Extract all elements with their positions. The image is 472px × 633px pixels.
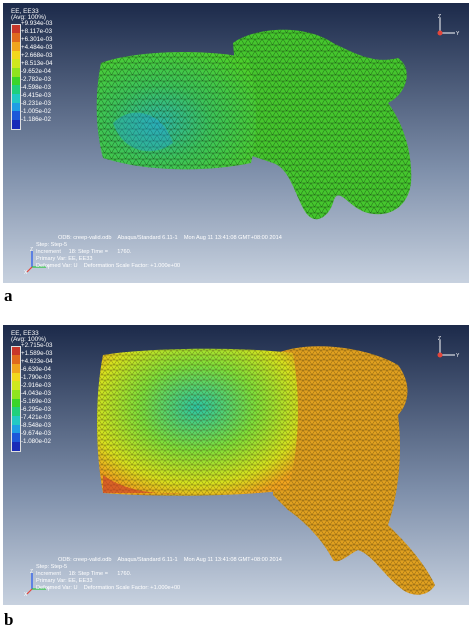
figure-caption-a: a (4, 286, 13, 305)
viewport-panel-b: EE, EE33 (Avg: 100%) +2.715e-03 +1.589e-0… (3, 325, 469, 605)
axis-x-label: X (24, 270, 28, 275)
legend-swatch (12, 390, 20, 399)
legend-swatch (12, 85, 20, 95)
legend-swatch (12, 42, 20, 51)
legend-swatch (12, 381, 20, 391)
axis-z-label: Z (30, 247, 33, 253)
legend-swatch (12, 372, 20, 382)
primary-var-line-b: Primary Var: EE, EE33 (36, 578, 93, 584)
odb-line-b: ODB: creep-valid.odb Abaqus/Standard 6.1… (58, 557, 282, 563)
legend-swatch (12, 442, 20, 451)
legend-swatch (12, 59, 20, 69)
legend-swatch (12, 24, 20, 34)
legend-swatch (12, 68, 20, 77)
legend-swatch (12, 33, 20, 43)
legend-swatches-b (11, 345, 21, 452)
color-legend-b: EE, EE33 (Avg: 100%) +2.715e-03 +1.589e-0… (11, 330, 75, 452)
step-line-a: Step: Step-5 (36, 242, 68, 248)
legend-swatch (12, 364, 20, 373)
legend-value: -1.186e-02 (21, 115, 51, 123)
legend-value: -1.080e-02 (21, 437, 51, 445)
figure-caption-b: b (4, 610, 14, 629)
legend-swatch (12, 94, 20, 103)
legend-swatch (12, 346, 20, 356)
mini-axis-y-label: Y (456, 31, 460, 37)
legend-swatches-a (11, 23, 21, 130)
legend-swatch (12, 50, 20, 60)
deformed-var-line-b: Deformed Var: U Deformation Scale Factor… (36, 585, 181, 591)
legend-swatch (12, 76, 20, 86)
legend-swatch (12, 355, 20, 365)
color-legend-a: EE, EE33 (Avg: 100%) +9.934e-03 +8.117e-0… (11, 8, 75, 130)
mini-axis-z-label: Z (438, 336, 441, 342)
legend-values-b: +2.715e-03 +1.589e-03 +4.623e-04 -6.639e-04… (21, 342, 52, 447)
legend-swatch (12, 111, 20, 121)
axis-z-label: Z (30, 569, 33, 575)
axis-x-label: X (24, 592, 28, 597)
legend-swatch (12, 120, 20, 129)
legend-swatch (12, 416, 20, 425)
legend-swatch (12, 407, 20, 417)
mini-axis-y-label: Y (456, 353, 460, 359)
odb-info-a: ODB: creep-valid.odb Abaqus/Standard 6.1… (36, 235, 282, 270)
odb-line-a: ODB: creep-valid.odb Abaqus/Standard 6.1… (58, 235, 282, 241)
viewport-panel-a: EE, EE33 (Avg: 100%) +9.934e-03 +8.117e-0… (3, 3, 469, 283)
view-triad-mini-icon: Y Z (437, 14, 460, 37)
odb-info-b: ODB: creep-valid.odb Abaqus/Standard 6.1… (36, 557, 282, 592)
deformed-var-line-a: Deformed Var: U Deformation Scale Factor… (36, 263, 181, 269)
legend-swatch (12, 102, 20, 112)
increment-line-a: Increment 18: Step Time = 1760. (36, 249, 132, 255)
legend-swatch (12, 424, 20, 434)
legend-swatch (12, 433, 20, 443)
legend-swatch (12, 398, 20, 408)
view-triad-mini-icon: Y Z (437, 336, 460, 359)
step-line-b: Step: Step-5 (36, 564, 68, 570)
legend-values-a: +9.934e-03 +8.117e-03 +6.301e-03 +4.484e-03… (21, 20, 52, 125)
mini-axis-z-label: Z (438, 14, 441, 20)
primary-var-line-a: Primary Var: EE, EE33 (36, 256, 93, 262)
increment-line-b: Increment 18: Step Time = 1760. (36, 571, 132, 577)
